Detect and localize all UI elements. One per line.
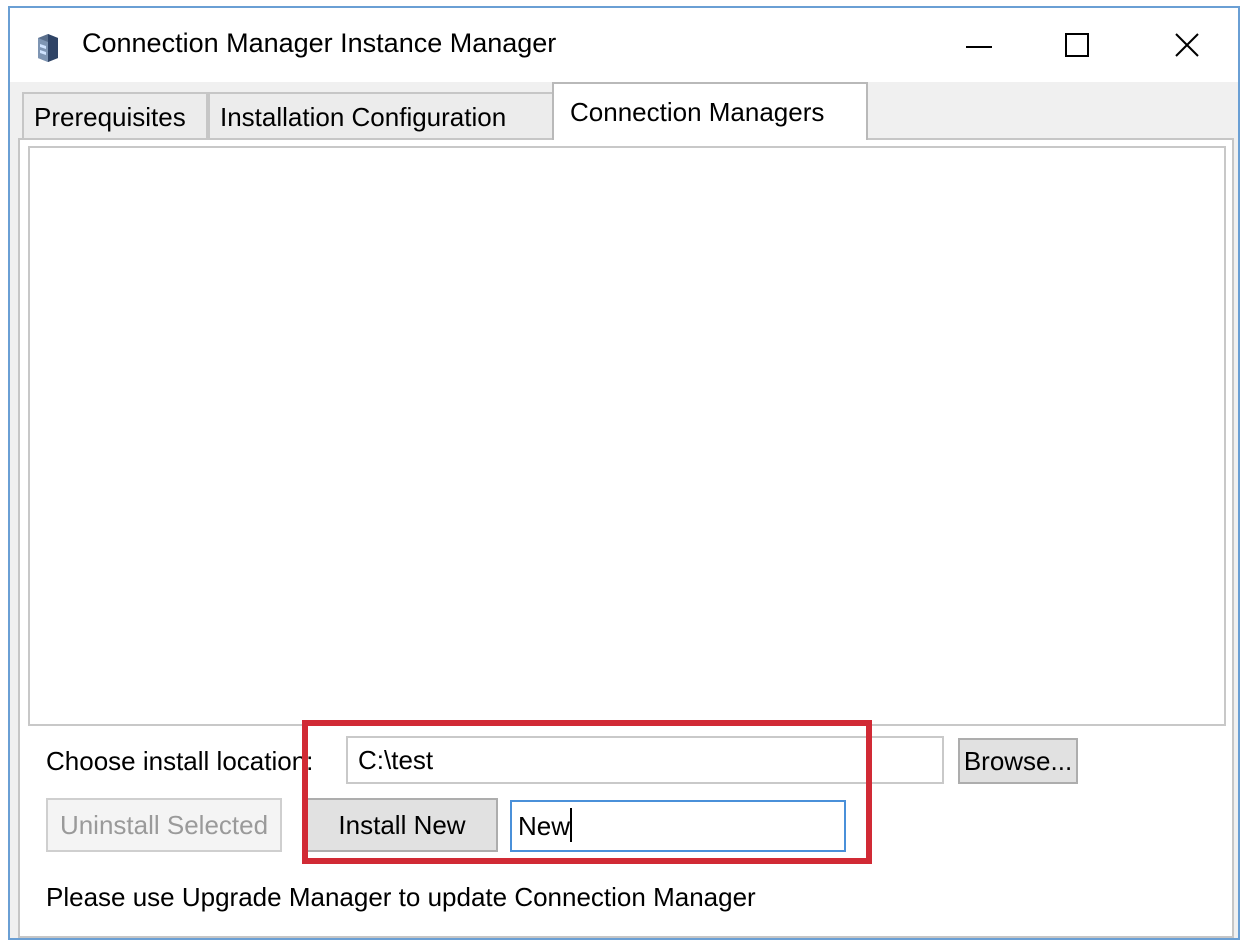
- maximize-icon: [1065, 33, 1089, 57]
- tab-installation-configuration[interactable]: Installation Configuration: [208, 92, 554, 138]
- maximize-button[interactable]: [1028, 16, 1128, 76]
- connection-managers-list[interactable]: [28, 146, 1226, 726]
- server-app-icon: [38, 34, 58, 62]
- upgrade-info-text: Please use Upgrade Manager to update Con…: [46, 882, 756, 912]
- tab-prerequisites[interactable]: Prerequisites: [22, 92, 208, 138]
- connection-managers-panel: Choose install location: Browse... Unins…: [18, 138, 1234, 938]
- tab-connection-managers[interactable]: Connection Managers: [552, 82, 868, 140]
- uninstall-selected-button[interactable]: Uninstall Selected: [46, 798, 282, 852]
- close-icon: [1175, 33, 1199, 57]
- minimize-button[interactable]: [930, 16, 1030, 76]
- close-button[interactable]: [1138, 16, 1238, 76]
- title-bar[interactable]: Connection Manager Instance Manager: [10, 8, 1238, 82]
- minimize-icon: [966, 46, 992, 48]
- browse-button[interactable]: Browse...: [958, 738, 1078, 784]
- install-new-button[interactable]: Install New: [306, 798, 498, 852]
- install-location-input[interactable]: [346, 736, 944, 784]
- text-caret: [570, 808, 572, 842]
- instance-name-input[interactable]: [510, 800, 846, 852]
- install-location-label: Choose install location:: [46, 746, 314, 776]
- app-window: Connection Manager Instance Manager Prer…: [8, 6, 1240, 940]
- window-title: Connection Manager Instance Manager: [82, 28, 557, 58]
